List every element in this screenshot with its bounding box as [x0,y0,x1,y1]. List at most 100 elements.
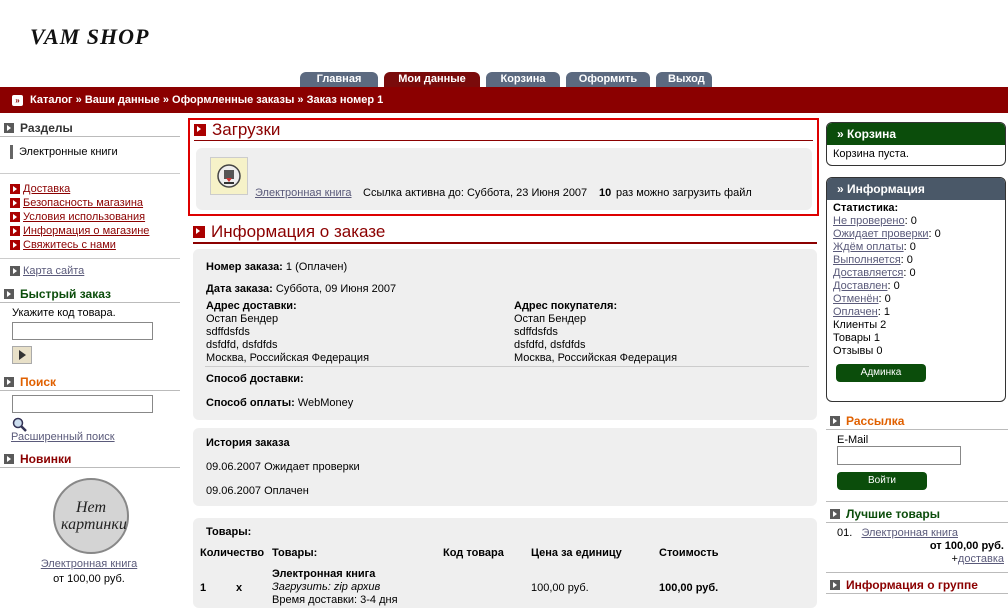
stat-item: Клиенты 2 [833,319,887,331]
newsletter-form: E-Mail Войти [826,434,1008,490]
arrow-icon [4,454,14,464]
newsletter-title: Рассылка [846,414,905,428]
tab-my-data[interactable]: Мои данные [384,72,480,87]
best-products-list: 01. Электронная книга от 100,00 руб. +до… [826,527,1008,566]
history-row: 09.06.2007 Оплачен [206,485,309,497]
info-link-about[interactable]: Информация о магазине [0,224,180,238]
arrow-icon [4,289,14,299]
buyer-address: Адрес покупателя: Остап Бендер sdffdsfds… [514,300,678,364]
search-header: Поиск [0,374,180,391]
group-info-title: Информация о группе [846,578,978,592]
order-info-title: Информация о заказе [211,222,386,241]
order-info-panel: Номер заказа: 1 (Оплачен) Дата заказа: С… [193,249,817,420]
column-header-total: Стоимость [659,547,719,559]
breadcrumb[interactable]: Каталог » Ваши данные » Оформленные зака… [30,94,383,106]
search-input[interactable] [12,395,153,413]
stat-item: Доставлен: 0 [833,280,900,292]
quick-order-hint: Укажите код товара. [12,307,116,319]
tab-cart[interactable]: Корзина [486,72,560,87]
info-link-contact[interactable]: Свяжитесь с нами [0,238,180,252]
products-title: Товары: [206,526,252,538]
download-valid-until: Ссылка активна до: Суббота, 23 Июня 2007 [363,187,588,199]
row-qty: 1 [200,582,207,594]
admin-button[interactable]: Админка [836,364,926,382]
row-times: x [236,582,243,594]
no-image-placeholder[interactable]: Нет картинки [53,478,129,554]
payment-method: Способ оплаты: WebMoney [206,397,354,409]
news-item-link[interactable]: Электронная книга [0,558,178,570]
left-column: Разделы Электронные книги Доставка Безоп… [0,120,180,585]
stat-item: Оплачен: 1 [833,306,890,318]
arrow-icon [4,377,14,387]
stat-item: Ожидает проверки: 0 [833,228,941,240]
category-label: Электронные книги [19,146,118,158]
download-count: 10 [599,187,612,199]
quick-order-submit-button[interactable] [12,346,32,364]
arrow-icon [10,266,20,276]
downloads-panel: Электронная книга Ссылка активна до: Суб… [196,148,812,210]
row-product-name: Электронная книга [272,568,376,580]
double-arrow-icon: » [12,95,23,106]
tab-checkout[interactable]: Оформить [566,72,650,87]
stats-label: Статистика: [833,202,899,214]
tab-logout[interactable]: Выход [656,72,712,87]
category-item[interactable]: Электронные книги [10,145,180,159]
quick-order-form: Укажите код товара. [0,307,180,364]
arrow-icon [10,212,20,222]
arrow-icon [830,416,840,426]
order-date: Дата заказа: Суббота, 09 Июня 2007 [206,283,397,295]
row-product-download: Загрузить: zip архив [272,581,381,593]
arrow-icon [10,226,20,236]
column-header-code: Код товара [443,547,504,559]
search-form [0,395,180,433]
cart-title[interactable]: » Корзина [827,123,1005,145]
arrow-icon [193,226,205,238]
row-total: 100,00 руб. [659,582,719,594]
list-item: 01. Электронная книга [837,527,958,539]
info-link-terms[interactable]: Условия использования [0,210,180,224]
breadcrumb-bar: » Каталог » Ваши данные » Оформленные за… [0,87,1008,113]
search-icon[interactable] [12,417,28,433]
order-number: Номер заказа: 1 (Оплачен) [206,261,348,273]
row-price: 100,00 руб. [531,582,589,594]
column-header-products: Товары: [272,547,318,559]
best-item-price: от 100,00 руб. [929,540,1004,552]
quick-order-title: Быстрый заказ [20,287,111,301]
quick-order-header: Быстрый заказ [0,286,180,303]
news-title: Новинки [20,452,72,466]
info-title: » Информация [827,178,1005,200]
arrow-icon [10,184,20,194]
download-icon[interactable] [210,157,248,195]
shipping-method: Способ доставки: [206,373,304,385]
right-column: » Корзина Корзина пуста. » Информация Ст… [826,122,1008,598]
newsletter-header: Рассылка [826,413,1008,430]
email-label: E-Mail [837,434,869,446]
stat-item: Доставляется: 0 [833,267,916,279]
stat-item: Товары 1 [833,332,881,344]
downloads-header: Загрузки [194,120,813,141]
best-item-link[interactable]: Электронная книга [861,527,958,539]
arrow-icon [830,580,840,590]
group-info-header: Информация о группе [826,572,1008,594]
news-item-price: от 100,00 руб. [53,573,125,585]
login-button[interactable]: Войти [837,472,927,490]
order-info-header: Информация о заказе [193,222,817,244]
tab-home[interactable]: Главная [300,72,378,87]
arrow-icon [10,198,20,208]
info-link-delivery[interactable]: Доставка [0,182,180,196]
column-header-price: Цена за единицу [531,547,622,559]
row-product-delivery: Время доставки: 3-4 дня [272,594,398,606]
arrow-icon [194,124,206,136]
downloads-box: Загрузки Электронная книга Ссылка активн… [188,118,819,216]
shop-logo[interactable]: VAM SHOP [30,24,149,50]
search-title: Поиск [20,375,57,389]
main-tabs: Главная Мои данные Корзина Оформить Выхо… [300,72,712,87]
download-item-link[interactable]: Электронная книга [255,187,352,199]
column-header-qty: Количество [200,547,265,559]
sitemap-link[interactable]: Карта сайта [0,258,180,278]
delivery-address: Адрес доставки: Остап Бендер sdffdsfds d… [206,300,370,364]
email-field[interactable] [837,446,961,465]
info-link-security[interactable]: Безопасность магазина [0,196,180,210]
product-code-input[interactable] [12,322,153,340]
products-panel: Товары: Количество Товары: Код товара Це… [193,518,817,608]
